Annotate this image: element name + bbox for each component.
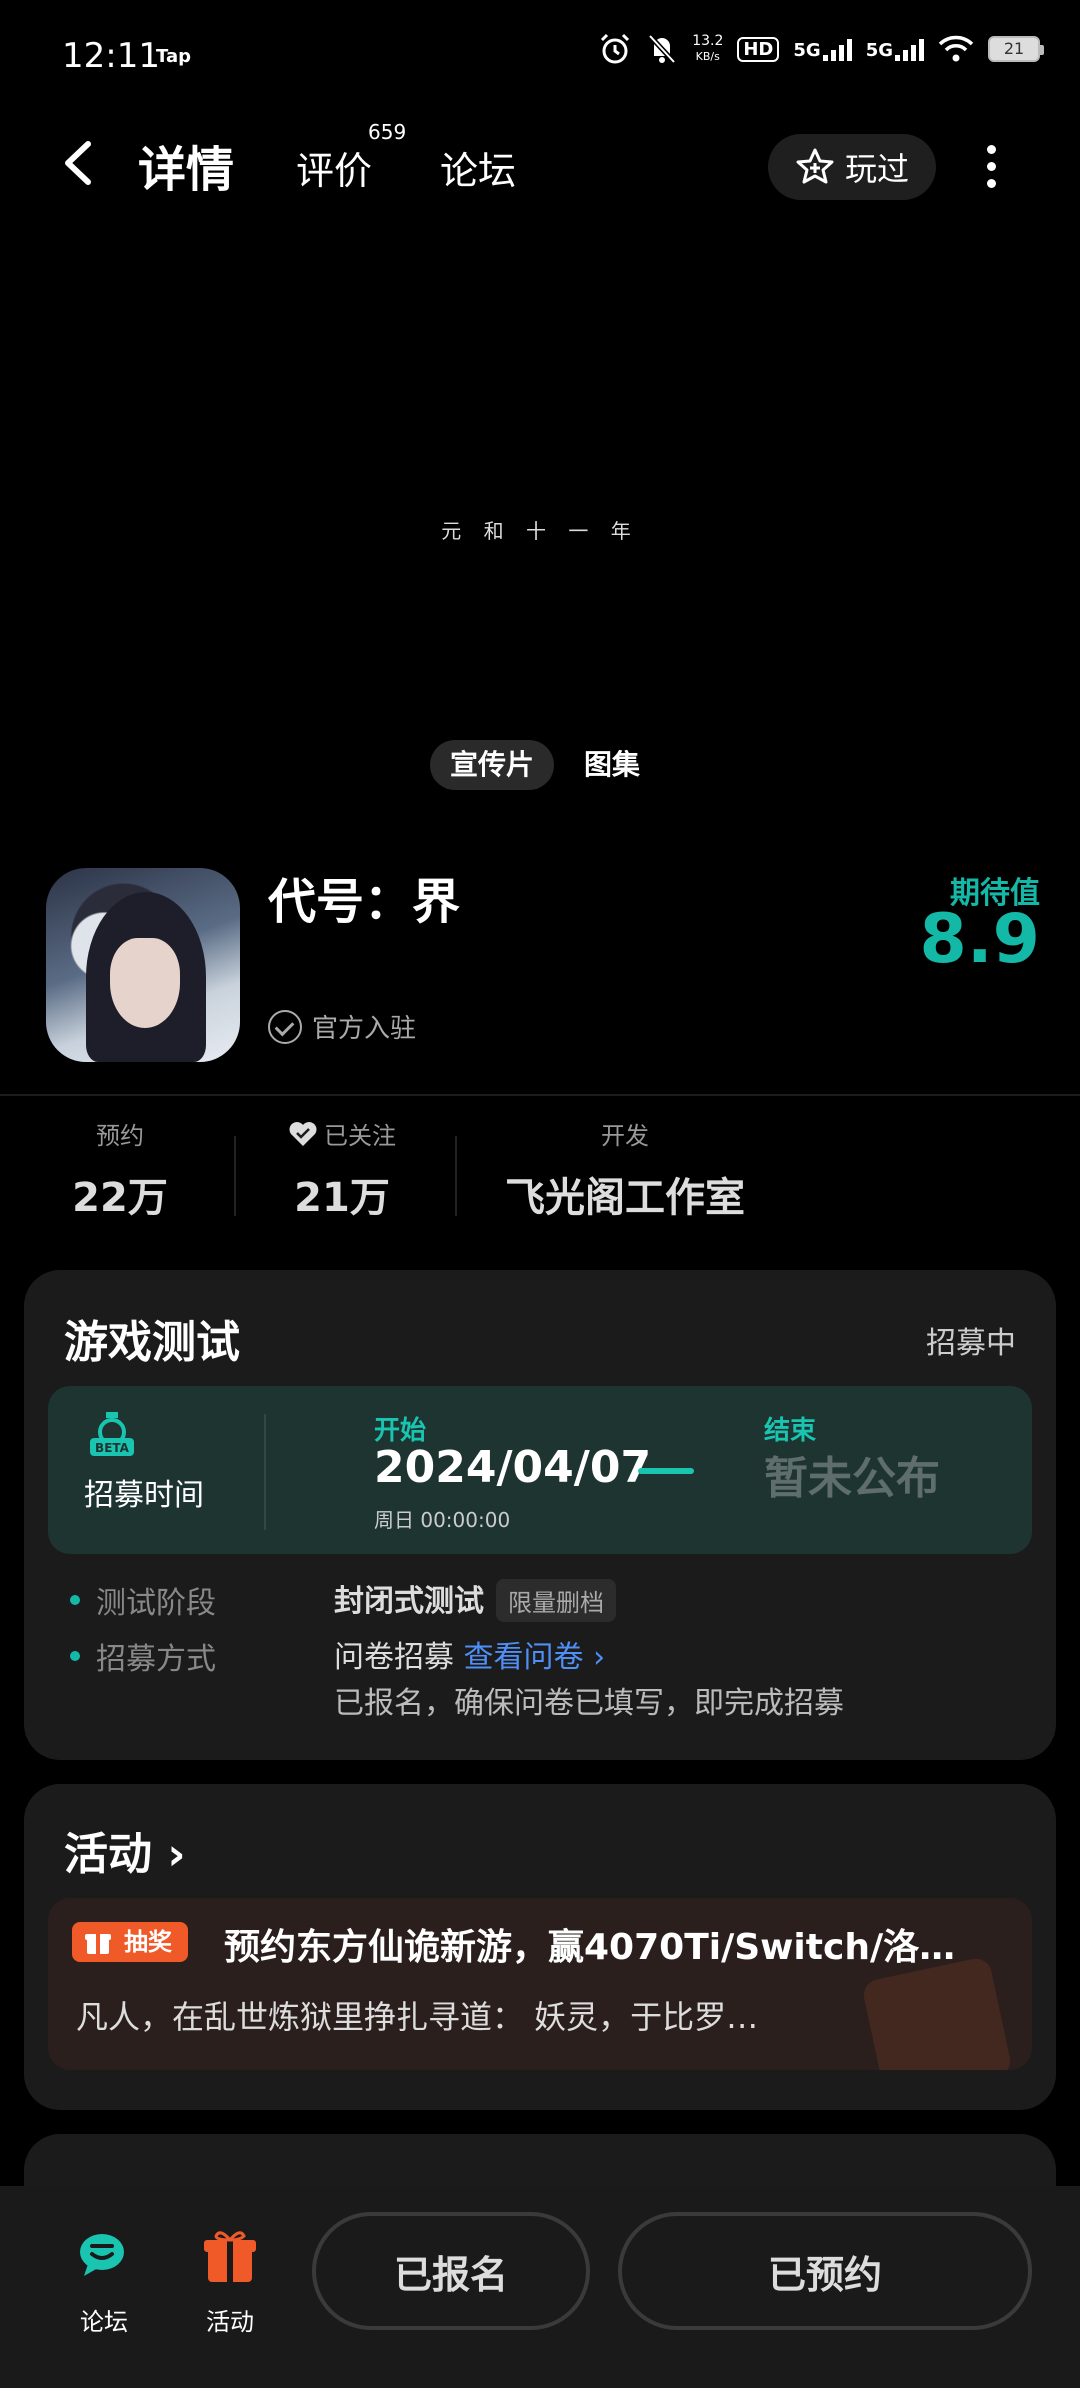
status-time: 12:11 bbox=[62, 36, 160, 76]
review-count: 659 bbox=[368, 120, 407, 144]
tap-badge: Tap bbox=[156, 46, 191, 67]
stage-label: 测试阶段 bbox=[70, 1578, 216, 1622]
top-nav: 详情 评价 659 论坛 玩过 bbox=[0, 120, 1080, 210]
signed-up-button[interactable]: 已报名 bbox=[312, 2212, 590, 2330]
official-badge: 官方入驻 bbox=[268, 1008, 416, 1045]
battery-icon: 21 bbox=[988, 36, 1044, 62]
expect-score[interactable]: 8.9 bbox=[920, 900, 1040, 979]
back-icon[interactable] bbox=[58, 138, 98, 188]
start-date: 2024/04/07 bbox=[374, 1442, 652, 1493]
card-title: 游戏测试 bbox=[64, 1317, 240, 1368]
tab-detail[interactable]: 详情 bbox=[134, 130, 240, 204]
nav-activity[interactable]: 活动 bbox=[190, 2228, 270, 2337]
game-title: 代号：界 bbox=[268, 874, 461, 930]
recruit-time-label: 招募时间 bbox=[84, 1478, 204, 1513]
played-button[interactable]: 玩过 bbox=[768, 134, 936, 200]
stats-row: 预约 22万 已关注 21万 开发 飞光阁工作室 bbox=[0, 1116, 1080, 1226]
alarm-icon bbox=[601, 33, 630, 64]
range-dash bbox=[638, 1468, 694, 1474]
method-note: 已报名，确保问卷已填写，即完成招募 bbox=[334, 1686, 844, 1721]
stat-follow[interactable]: 已关注 21万 bbox=[262, 1116, 422, 1223]
video-player[interactable]: 元 和 十 一 年 bbox=[0, 215, 1080, 805]
bottom-action-bar: 论坛 活动 已报名 已预约 bbox=[0, 2186, 1080, 2388]
tab-gallery[interactable]: 图集 bbox=[564, 740, 660, 790]
mute-bell-icon bbox=[648, 34, 677, 64]
nav-forum[interactable]: 论坛 bbox=[64, 2228, 144, 2337]
stage-tag: 限量删档 bbox=[496, 1579, 616, 1622]
video-caption: 元 和 十 一 年 bbox=[441, 519, 639, 543]
gift-icon bbox=[85, 1934, 111, 1954]
method-value: 问卷招募 查看问卷 › bbox=[334, 1640, 606, 1675]
hd-badge: HD bbox=[737, 36, 780, 62]
media-switch: 宣传片 图集 bbox=[430, 740, 660, 790]
view-questionnaire-link[interactable]: 查看问卷 › bbox=[464, 1640, 606, 1675]
lottery-badge: 抽奖 bbox=[72, 1922, 188, 1962]
wifi-icon bbox=[938, 35, 974, 62]
heart-check-icon bbox=[289, 1121, 317, 1146]
more-icon[interactable] bbox=[984, 140, 998, 192]
recruit-time-box: BETA 招募时间 开始 2024/04/07 周日 00:00:00 结束 暂… bbox=[48, 1386, 1032, 1554]
check-circle-icon bbox=[268, 1009, 302, 1044]
star-add-icon bbox=[796, 148, 834, 184]
beta-icon: BETA bbox=[90, 1412, 134, 1456]
activity-desc: 凡人，在乱世炼狱里挣扎寻道： 妖灵，于比罗… bbox=[76, 1998, 759, 2036]
gift-icon bbox=[204, 2231, 256, 2282]
svg-text:BETA: BETA bbox=[95, 1441, 130, 1455]
end-value: 暂未公布 bbox=[764, 1453, 940, 1504]
forum-icon bbox=[80, 2234, 124, 2276]
activity-item[interactable]: 抽奖 预约东方仙诡新游，赢4070Ti/Switch/洛… 凡人，在乱世炼狱里挣… bbox=[48, 1898, 1032, 2070]
tab-forum[interactable]: 论坛 bbox=[440, 140, 516, 195]
signal-1: 5G bbox=[793, 37, 852, 61]
activity-headline: 预约东方仙诡新游，赢4070Ti/Switch/洛… bbox=[224, 1927, 956, 1968]
game-icon[interactable] bbox=[46, 868, 240, 1062]
stage-value: 封闭式测试 限量删档 bbox=[334, 1576, 616, 1622]
start-time: 周日 00:00:00 bbox=[374, 1508, 511, 1532]
recruit-status: 招募中 bbox=[926, 1326, 1016, 1361]
activity-card: 活动 › 抽奖 预约东方仙诡新游，赢4070Ti/Switch/洛… 凡人，在乱… bbox=[24, 1784, 1056, 2110]
gift-decoration bbox=[860, 1955, 1014, 2070]
stat-developer[interactable]: 开发 飞光阁工作室 bbox=[470, 1116, 780, 1223]
game-test-card: 游戏测试 招募中 BETA 招募时间 开始 2024/04/07 周日 00:0… bbox=[24, 1270, 1056, 1760]
activity-title[interactable]: 活动 › bbox=[64, 1818, 185, 1882]
divider bbox=[0, 1094, 1080, 1096]
status-bar: 12:11 Tap 13.2 KB/s HD 5G 5G 21 bbox=[0, 0, 1080, 110]
signal-2: 5G bbox=[866, 37, 924, 61]
net-speed: 13.2 KB/s bbox=[692, 33, 724, 63]
tab-promo-video[interactable]: 宣传片 bbox=[430, 740, 555, 790]
status-icons: 13.2 KB/s HD 5G 5G 21 bbox=[598, 32, 1044, 66]
method-label: 招募方式 bbox=[70, 1634, 216, 1678]
tab-review[interactable]: 评价 659 bbox=[296, 120, 406, 195]
stat-reserve: 预约 22万 bbox=[72, 1122, 168, 1221]
reserved-button[interactable]: 已预约 bbox=[618, 2212, 1032, 2330]
